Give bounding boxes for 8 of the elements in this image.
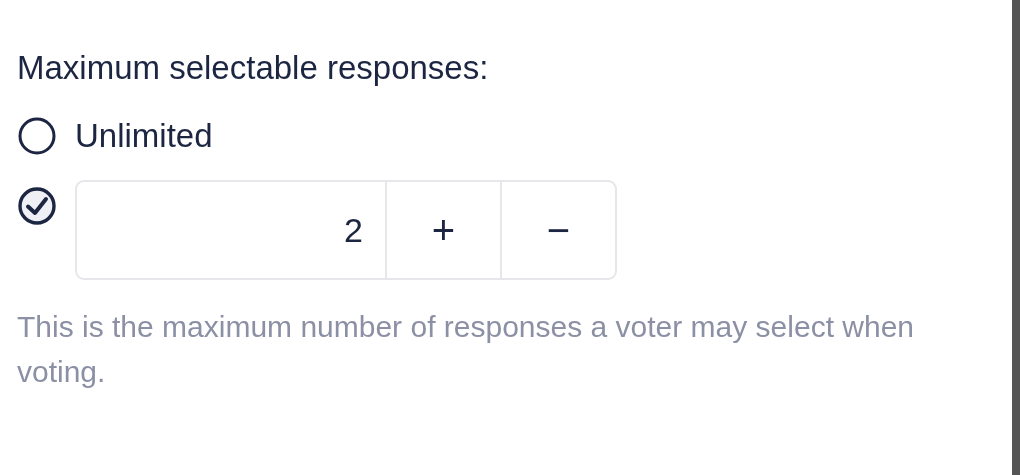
checked-radio-icon[interactable]	[17, 186, 57, 226]
option-label[interactable]: Unlimited	[75, 116, 213, 156]
help-text: This is the maximum number of responses a voter may select when voting.	[17, 309, 916, 390]
field-label: Maximum selectable responses:	[17, 48, 490, 88]
increment-button[interactable]: +	[387, 182, 500, 278]
radio-button-icon[interactable]	[17, 116, 57, 156]
number-field[interactable]: 2	[77, 182, 387, 278]
decrement-button[interactable]: −	[500, 182, 615, 278]
